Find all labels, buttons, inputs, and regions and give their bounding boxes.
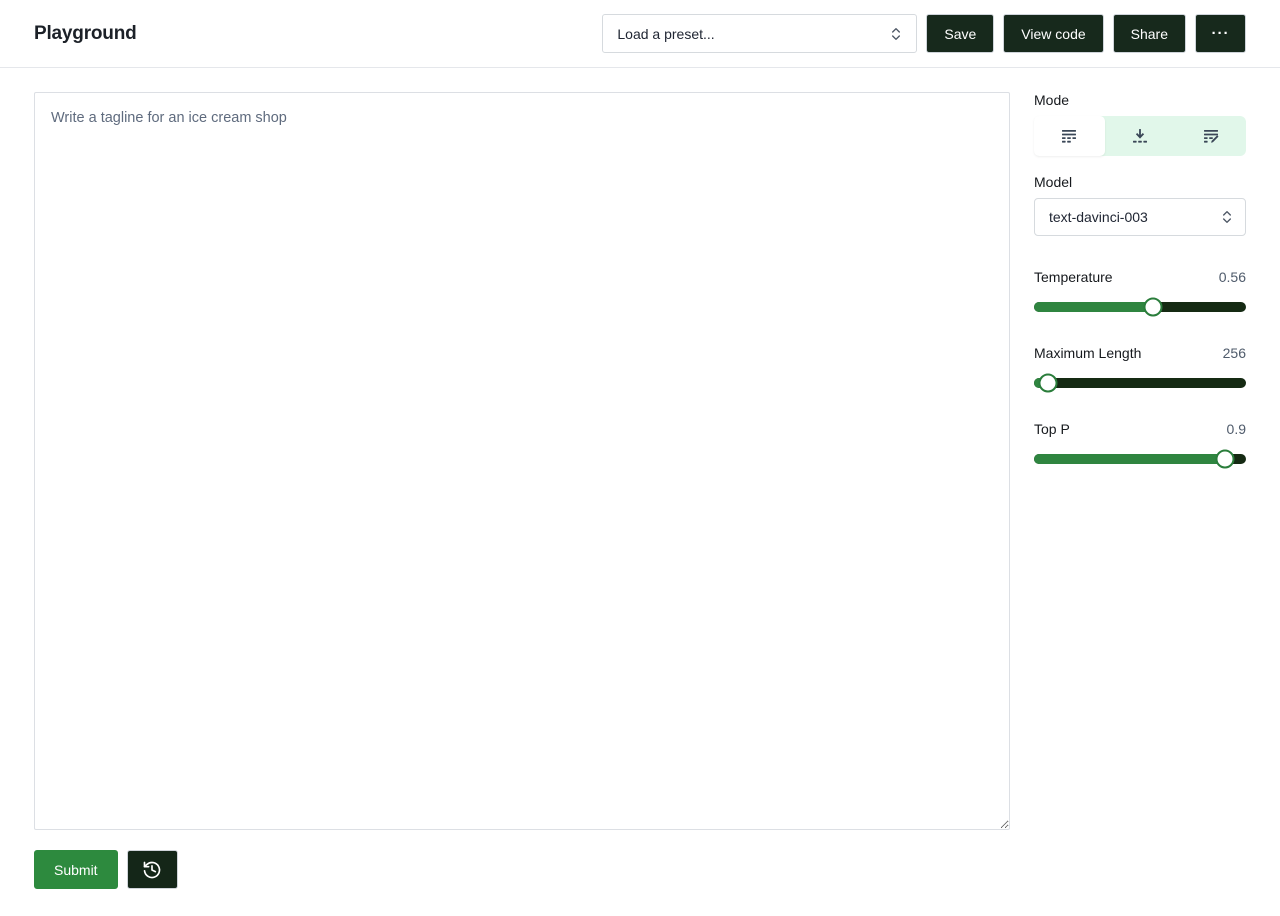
view-code-button[interactable]: View code <box>1003 14 1103 53</box>
max-length-param: Maximum Length 256 <box>1034 345 1246 388</box>
history-button[interactable] <box>127 850 178 889</box>
playground-page: Playground Load a preset... Save View co… <box>0 0 1280 916</box>
top-p-slider-thumb[interactable] <box>1215 450 1234 469</box>
chevron-updown-icon <box>1219 209 1235 225</box>
mode-segmented-control <box>1034 116 1246 156</box>
temperature-param: Temperature 0.56 <box>1034 269 1246 312</box>
model-select-value: text-davinci-003 <box>1049 209 1148 225</box>
mode-insert-button[interactable] <box>1105 116 1176 156</box>
max-length-label: Maximum Length <box>1034 345 1141 361</box>
temperature-value: 0.56 <box>1219 269 1246 285</box>
chevron-updown-icon <box>888 26 904 42</box>
model-select[interactable]: text-davinci-003 <box>1034 198 1246 236</box>
top-p-param: Top P 0.9 <box>1034 421 1246 464</box>
history-icon <box>142 860 162 880</box>
max-length-value: 256 <box>1223 345 1246 361</box>
mode-edit-button[interactable] <box>1175 116 1246 156</box>
insert-mode-icon <box>1130 126 1150 146</box>
mode-complete-button[interactable] <box>1034 116 1105 156</box>
complete-mode-icon <box>1059 126 1079 146</box>
top-p-label: Top P <box>1034 421 1070 437</box>
max-length-slider-thumb[interactable] <box>1038 374 1057 393</box>
save-button[interactable]: Save <box>926 14 994 53</box>
temperature-slider[interactable] <box>1034 302 1246 312</box>
ellipsis-icon: ··· <box>1212 25 1230 42</box>
slider-fill <box>1034 454 1225 464</box>
temperature-slider-thumb[interactable] <box>1143 298 1162 317</box>
mode-label: Mode <box>1034 92 1246 108</box>
slider-fill <box>1034 302 1153 312</box>
preset-select[interactable]: Load a preset... <box>602 14 917 53</box>
temperature-label: Temperature <box>1034 269 1113 285</box>
share-button[interactable]: Share <box>1113 14 1186 53</box>
prompt-textarea[interactable] <box>34 92 1010 830</box>
submit-button[interactable]: Submit <box>34 850 118 889</box>
editor-actions: Submit <box>34 850 1010 889</box>
preset-select-value: Load a preset... <box>617 26 714 42</box>
model-label: Model <box>1034 174 1246 190</box>
top-p-slider[interactable] <box>1034 454 1246 464</box>
max-length-slider[interactable] <box>1034 378 1246 388</box>
page-title: Playground <box>34 23 137 45</box>
main-content: Submit Mode <box>0 68 1280 916</box>
more-button[interactable]: ··· <box>1195 14 1246 53</box>
header: Playground Load a preset... Save View co… <box>0 0 1280 68</box>
header-actions: Load a preset... Save View code Share ··… <box>602 14 1246 53</box>
settings-sidebar: Mode <box>1034 92 1246 916</box>
edit-mode-icon <box>1201 126 1221 146</box>
editor-column: Submit <box>34 92 1010 916</box>
top-p-value: 0.9 <box>1227 421 1246 437</box>
